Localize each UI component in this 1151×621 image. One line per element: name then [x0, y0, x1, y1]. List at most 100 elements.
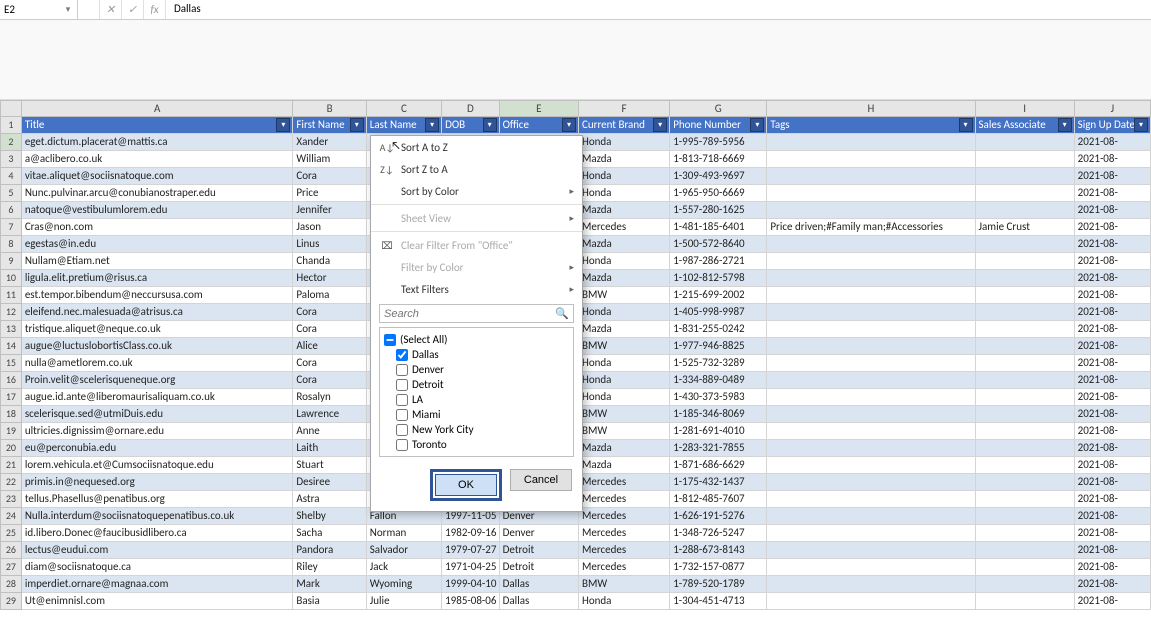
cell[interactable]: Cora — [293, 321, 366, 338]
cell[interactable]: BMW — [579, 423, 670, 440]
cell[interactable]: Mazda — [579, 236, 670, 253]
cell[interactable] — [767, 321, 975, 338]
filter-checkbox[interactable] — [396, 379, 408, 391]
cell[interactable]: 2021-08- — [1075, 593, 1151, 610]
cell[interactable] — [767, 202, 975, 219]
cell[interactable]: 1-871-686-6629 — [670, 457, 767, 474]
cell[interactable]: Mercedes — [579, 542, 670, 559]
cell[interactable]: 1-175-432-1437 — [670, 474, 767, 491]
cell[interactable]: Mazda — [579, 440, 670, 457]
cell[interactable]: Desiree — [293, 474, 366, 491]
sort-z-to-a[interactable]: Z↓ Sort Z to A — [371, 158, 582, 180]
cell[interactable] — [767, 525, 975, 542]
cell[interactable] — [976, 508, 1075, 525]
cell[interactable] — [976, 593, 1075, 610]
cell[interactable]: Mercedes — [579, 508, 670, 525]
th-brand[interactable]: Current Brand — [579, 117, 670, 134]
cell[interactable]: 2021-08- — [1075, 287, 1151, 304]
cell[interactable]: William — [293, 151, 366, 168]
th-dob[interactable]: DOB — [442, 117, 500, 134]
cell[interactable]: Cora — [293, 168, 366, 185]
cell[interactable]: vitae.aliquet@sociisnatoque.com — [22, 168, 294, 185]
cell[interactable]: 1-626-191-5276 — [670, 508, 767, 525]
text-filters[interactable]: Text Filters ▸ — [371, 278, 582, 300]
col-header-f[interactable]: F — [579, 100, 670, 117]
cell[interactable]: 1-965-950-6669 — [670, 185, 767, 202]
cell[interactable] — [767, 559, 975, 576]
cell[interactable] — [976, 576, 1075, 593]
cell[interactable] — [976, 491, 1075, 508]
cell[interactable]: 1-334-889-0489 — [670, 372, 767, 389]
row-header[interactable]: 10 — [0, 270, 22, 287]
cell[interactable]: 1-348-726-5247 — [670, 525, 767, 542]
row-header[interactable]: 9 — [0, 253, 22, 270]
cell[interactable]: Ut@enimnisl.com — [22, 593, 294, 610]
cell[interactable]: nulla@ametlorem.co.uk — [22, 355, 294, 372]
cell[interactable]: Astra — [293, 491, 366, 508]
cell[interactable]: Laith — [293, 440, 366, 457]
cell[interactable] — [976, 321, 1075, 338]
cell[interactable]: BMW — [579, 338, 670, 355]
cell[interactable]: eget.dictum.placerat@mattis.ca — [22, 134, 294, 151]
cell[interactable]: Julie — [367, 593, 442, 610]
cell[interactable]: 1-288-673-8143 — [670, 542, 767, 559]
cell[interactable]: Honda — [579, 253, 670, 270]
formula-value[interactable]: Dallas — [166, 0, 1151, 19]
cell[interactable] — [767, 406, 975, 423]
th-signup[interactable]: Sign Up Date — [1075, 117, 1151, 134]
cell[interactable] — [767, 542, 975, 559]
cell[interactable]: 2021-08- — [1075, 440, 1151, 457]
cell[interactable]: Norman — [367, 525, 442, 542]
row-header[interactable]: 28 — [0, 576, 22, 593]
row-header[interactable]: 25 — [0, 525, 22, 542]
cell[interactable] — [976, 151, 1075, 168]
cell[interactable] — [976, 185, 1075, 202]
filter-checkbox-item[interactable]: Dallas — [382, 347, 571, 362]
cell[interactable]: 2021-08- — [1075, 423, 1151, 440]
cell[interactable]: 2021-08- — [1075, 219, 1151, 236]
col-header-g[interactable]: G — [670, 100, 767, 117]
filter-checkbox-item[interactable]: Detroit — [382, 377, 571, 392]
cell[interactable] — [767, 236, 975, 253]
row-header[interactable]: 18 — [0, 406, 22, 423]
cell[interactable]: 2021-08- — [1075, 525, 1151, 542]
cell[interactable]: 2021-08- — [1075, 134, 1151, 151]
cell[interactable] — [976, 236, 1075, 253]
name-box-dropdown-icon[interactable]: ▾ — [63, 4, 73, 15]
cell[interactable]: BMW — [579, 576, 670, 593]
cell[interactable]: ligula.elit.pretium@risus.ca — [22, 270, 294, 287]
row-header[interactable]: 14 — [0, 338, 22, 355]
cell[interactable]: Paloma — [293, 287, 366, 304]
cell[interactable]: 2021-08- — [1075, 542, 1151, 559]
cell[interactable] — [976, 440, 1075, 457]
cell[interactable] — [767, 474, 975, 491]
cell[interactable]: eu@perconubia.edu — [22, 440, 294, 457]
cell[interactable] — [767, 151, 975, 168]
cell[interactable]: Xander — [293, 134, 366, 151]
cell[interactable]: 1-481-185-6401 — [670, 219, 767, 236]
col-header-e[interactable]: E — [500, 100, 579, 117]
cell[interactable]: 1-987-286-2721 — [670, 253, 767, 270]
cell[interactable]: 2021-08- — [1075, 474, 1151, 491]
filter-checkbox[interactable] — [396, 394, 408, 406]
cell[interactable]: 1-732-157-0877 — [670, 559, 767, 576]
cancel-formula-icon[interactable]: ✕ — [100, 0, 122, 19]
cell[interactable]: 1999-04-10 — [442, 576, 500, 593]
cell[interactable]: 1-309-493-9697 — [670, 168, 767, 185]
row-header[interactable]: 19 — [0, 423, 22, 440]
col-header-c[interactable]: C — [367, 100, 442, 117]
cell[interactable] — [767, 372, 975, 389]
cell[interactable]: Shelby — [293, 508, 366, 525]
filter-checkbox[interactable] — [396, 409, 408, 421]
cell[interactable] — [976, 423, 1075, 440]
cell[interactable]: 1-185-346-8069 — [670, 406, 767, 423]
cell[interactable] — [767, 338, 975, 355]
cell[interactable]: a@aclibero.co.uk — [22, 151, 294, 168]
cell[interactable] — [976, 474, 1075, 491]
filter-checkbox[interactable] — [396, 424, 408, 436]
th-title[interactable]: Title — [22, 117, 294, 134]
cell[interactable]: 1-977-946-8825 — [670, 338, 767, 355]
cell[interactable] — [767, 576, 975, 593]
cell[interactable] — [767, 168, 975, 185]
th-office[interactable]: Office — [500, 117, 579, 134]
